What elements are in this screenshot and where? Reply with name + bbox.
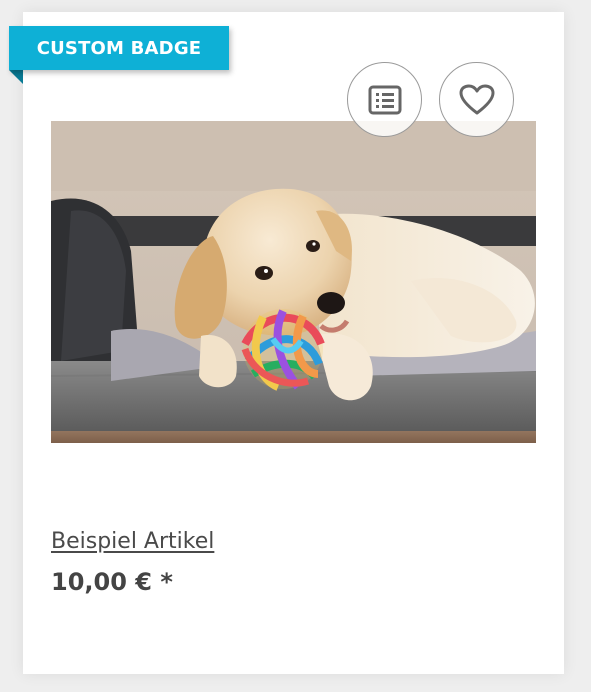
product-price: 10,00 € *	[51, 568, 173, 596]
heart-icon	[459, 84, 494, 114]
compare-button[interactable]	[347, 62, 422, 137]
custom-badge: CUSTOM BADGE	[9, 26, 229, 70]
product-name-link[interactable]: Beispiel Artikel	[51, 529, 214, 554]
wishlist-button[interactable]	[439, 62, 514, 137]
badge-fold	[9, 70, 23, 84]
product-image[interactable]	[51, 121, 536, 443]
puppy-photo	[51, 121, 536, 443]
list-icon	[368, 85, 401, 114]
